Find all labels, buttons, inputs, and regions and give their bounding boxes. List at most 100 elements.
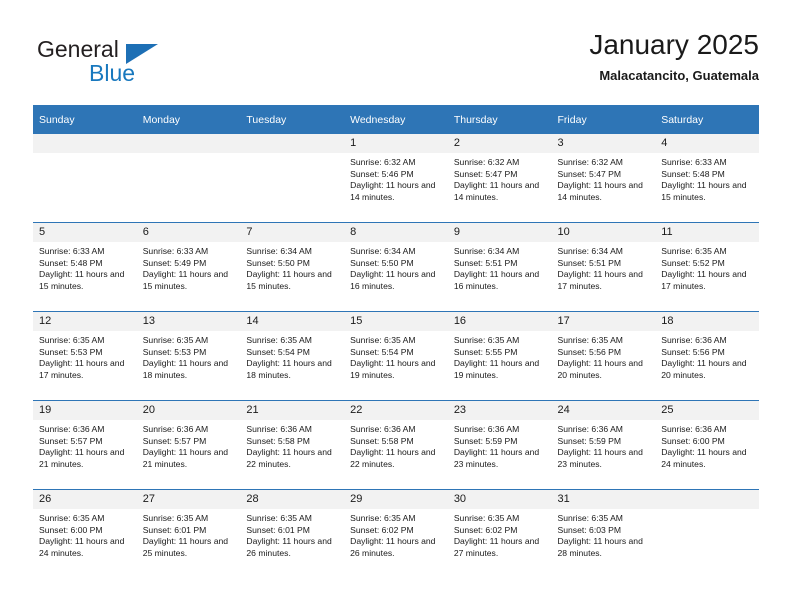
day-detail-cell[interactable]: Sunrise: 6:35 AM Sunset: 6:01 PM Dayligh…	[136, 509, 241, 578]
day-detail-cell[interactable]: Sunrise: 6:35 AM Sunset: 6:01 PM Dayligh…	[240, 509, 345, 578]
sunset-text: Sunset: 5:50 PM	[246, 257, 310, 268]
day-detail-cell[interactable]: Sunrise: 6:35 AM Sunset: 6:00 PM Dayligh…	[33, 509, 137, 578]
day-detail-cell[interactable]: Sunrise: 6:32 AM Sunset: 5:46 PM Dayligh…	[344, 153, 448, 223]
weekday-header-thursday: Thursday	[447, 105, 552, 134]
day-number-cell[interactable]: 15	[344, 311, 448, 331]
day-detail-cell[interactable]: Sunrise: 6:36 AM Sunset: 5:57 PM Dayligh…	[136, 420, 241, 490]
day-detail-cell[interactable]: Sunrise: 6:36 AM Sunset: 5:59 PM Dayligh…	[447, 420, 552, 490]
day-number-cell[interactable]: 29	[344, 489, 448, 509]
day-number-cell[interactable]: 18	[655, 311, 759, 331]
sunset-text: Sunset: 5:48 PM	[39, 257, 103, 268]
day-number-cell[interactable]: 12	[33, 311, 137, 331]
day-detail-cell[interactable]: Sunrise: 6:35 AM Sunset: 6:03 PM Dayligh…	[551, 509, 656, 578]
logo-word-general: General	[37, 36, 119, 62]
day-detail-cell[interactable]: Sunrise: 6:35 AM Sunset: 6:02 PM Dayligh…	[344, 509, 448, 578]
weekday-header-friday: Friday	[551, 105, 656, 134]
day-detail-cell[interactable]: Sunrise: 6:35 AM Sunset: 5:54 PM Dayligh…	[240, 331, 345, 401]
daylight-text: Daylight: 11 hours and 15 minutes.	[39, 269, 125, 291]
sunset-text: Sunset: 5:56 PM	[557, 346, 622, 357]
sunrise-text: Sunrise: 6:32 AM	[453, 157, 520, 167]
sunset-text: Sunset: 6:00 PM	[39, 524, 103, 535]
day-number-cell[interactable]: 22	[344, 400, 448, 420]
day-number-cell[interactable]: 20	[136, 400, 241, 420]
sunset-text: Sunset: 5:57 PM	[39, 435, 103, 446]
sunrise-text: Sunrise: 6:35 AM	[142, 335, 209, 345]
sunset-text: Sunset: 5:49 PM	[142, 257, 207, 268]
daylight-text: Daylight: 11 hours and 17 minutes.	[39, 358, 125, 380]
weekday-header-row: Sunday Monday Tuesday Wednesday Thursday…	[33, 105, 759, 134]
day-number-cell[interactable]: 8	[344, 222, 448, 242]
day-number-cell[interactable]: 26	[33, 489, 137, 509]
day-number-cell[interactable]: 7	[240, 222, 345, 242]
day-detail-cell[interactable]: Sunrise: 6:34 AM Sunset: 5:51 PM Dayligh…	[447, 242, 552, 312]
day-detail-cell[interactable]: Sunrise: 6:36 AM Sunset: 5:58 PM Dayligh…	[344, 420, 448, 490]
sunrise-text: Sunrise: 6:35 AM	[350, 513, 416, 523]
day-number-row: 12 13 14 15 16 17 18	[33, 311, 759, 331]
weekday-header-sunday: Sunday	[33, 105, 137, 134]
day-number-cell[interactable]: 21	[240, 400, 345, 420]
day-detail-row: Sunrise: 6:32 AM Sunset: 5:46 PM Dayligh…	[33, 153, 759, 223]
day-number-cell[interactable]: 10	[551, 222, 656, 242]
day-detail-cell[interactable]: Sunrise: 6:35 AM Sunset: 5:52 PM Dayligh…	[655, 242, 759, 312]
day-detail-cell[interactable]: Sunrise: 6:33 AM Sunset: 5:49 PM Dayligh…	[136, 242, 241, 312]
day-number-cell[interactable]: 27	[136, 489, 241, 509]
day-detail-cell[interactable]: Sunrise: 6:32 AM Sunset: 5:47 PM Dayligh…	[447, 153, 552, 223]
day-detail-cell[interactable]: Sunrise: 6:35 AM Sunset: 6:02 PM Dayligh…	[447, 509, 552, 578]
sunrise-text: Sunrise: 6:36 AM	[39, 424, 105, 434]
day-detail-cell[interactable]: Sunrise: 6:34 AM Sunset: 5:51 PM Dayligh…	[551, 242, 656, 312]
day-number-cell[interactable]: 25	[655, 400, 759, 420]
day-number-cell[interactable]: 14	[240, 311, 345, 331]
day-detail-cell[interactable]: Sunrise: 6:35 AM Sunset: 5:55 PM Dayligh…	[447, 331, 552, 401]
sunset-text: Sunset: 6:01 PM	[246, 524, 310, 535]
day-detail-cell[interactable]: Sunrise: 6:36 AM Sunset: 5:57 PM Dayligh…	[33, 420, 137, 490]
day-number-cell[interactable]: 23	[447, 400, 552, 420]
sunrise-text: Sunrise: 6:32 AM	[350, 157, 416, 167]
day-number-cell[interactable]: 30	[447, 489, 552, 509]
calendar-body: 1 2 3 4 Sunrise: 6:32 AM Sunset: 5:46 PM…	[33, 134, 759, 578]
day-number-cell	[655, 489, 759, 509]
day-number-cell[interactable]: 9	[447, 222, 552, 242]
sunrise-text: Sunrise: 6:35 AM	[39, 335, 105, 345]
day-number-cell[interactable]: 4	[655, 134, 759, 153]
day-detail-cell[interactable]: Sunrise: 6:34 AM Sunset: 5:50 PM Dayligh…	[240, 242, 345, 312]
sunset-text: Sunset: 6:00 PM	[661, 435, 725, 446]
page-header: General Blue January 2025 Malacatancito,…	[33, 28, 759, 98]
daylight-text: Daylight: 11 hours and 15 minutes.	[661, 180, 747, 202]
day-detail-cell[interactable]: Sunrise: 6:35 AM Sunset: 5:54 PM Dayligh…	[344, 331, 448, 401]
title-block: January 2025 Malacatancito, Guatemala	[589, 28, 759, 84]
day-detail-cell[interactable]: Sunrise: 6:36 AM Sunset: 6:00 PM Dayligh…	[655, 420, 759, 490]
daylight-text: Daylight: 11 hours and 27 minutes.	[453, 536, 540, 558]
daylight-text: Daylight: 11 hours and 22 minutes.	[350, 447, 436, 469]
day-detail-cell[interactable]: Sunrise: 6:35 AM Sunset: 5:53 PM Dayligh…	[33, 331, 137, 401]
day-detail-cell[interactable]: Sunrise: 6:34 AM Sunset: 5:50 PM Dayligh…	[344, 242, 448, 312]
day-number-cell[interactable]: 19	[33, 400, 137, 420]
day-number-cell	[33, 134, 137, 153]
day-number-cell[interactable]: 13	[136, 311, 241, 331]
sunrise-text: Sunrise: 6:34 AM	[557, 246, 623, 256]
day-detail-cell[interactable]: Sunrise: 6:33 AM Sunset: 5:48 PM Dayligh…	[33, 242, 137, 312]
day-number-cell[interactable]: 16	[447, 311, 552, 331]
sunrise-text: Sunrise: 6:33 AM	[661, 157, 727, 167]
sunrise-text: Sunrise: 6:34 AM	[246, 246, 312, 256]
day-detail-cell[interactable]: Sunrise: 6:33 AM Sunset: 5:48 PM Dayligh…	[655, 153, 759, 223]
day-detail-cell[interactable]: Sunrise: 6:36 AM Sunset: 5:58 PM Dayligh…	[240, 420, 345, 490]
day-detail-cell[interactable]: Sunrise: 6:35 AM Sunset: 5:53 PM Dayligh…	[136, 331, 241, 401]
day-number-cell[interactable]: 1	[344, 134, 448, 153]
day-detail-row: Sunrise: 6:36 AM Sunset: 5:57 PM Dayligh…	[33, 420, 759, 490]
day-detail-cell[interactable]: Sunrise: 6:35 AM Sunset: 5:56 PM Dayligh…	[551, 331, 656, 401]
day-number-cell[interactable]: 11	[655, 222, 759, 242]
general-blue-logo[interactable]: General Blue	[33, 36, 223, 92]
day-number-cell[interactable]: 28	[240, 489, 345, 509]
day-detail-cell[interactable]: Sunrise: 6:32 AM Sunset: 5:47 PM Dayligh…	[551, 153, 656, 223]
day-detail-cell[interactable]: Sunrise: 6:36 AM Sunset: 5:59 PM Dayligh…	[551, 420, 656, 490]
day-number-cell[interactable]: 5	[33, 222, 137, 242]
sunset-text: Sunset: 5:52 PM	[661, 257, 725, 268]
day-number-cell[interactable]: 24	[551, 400, 656, 420]
day-detail-cell[interactable]: Sunrise: 6:36 AM Sunset: 5:56 PM Dayligh…	[655, 331, 759, 401]
sunset-text: Sunset: 5:57 PM	[142, 435, 207, 446]
day-number-cell[interactable]: 17	[551, 311, 656, 331]
day-number-cell[interactable]: 3	[551, 134, 656, 153]
day-number-cell[interactable]: 31	[551, 489, 656, 509]
day-number-cell[interactable]: 2	[447, 134, 552, 153]
day-number-cell[interactable]: 6	[136, 222, 241, 242]
